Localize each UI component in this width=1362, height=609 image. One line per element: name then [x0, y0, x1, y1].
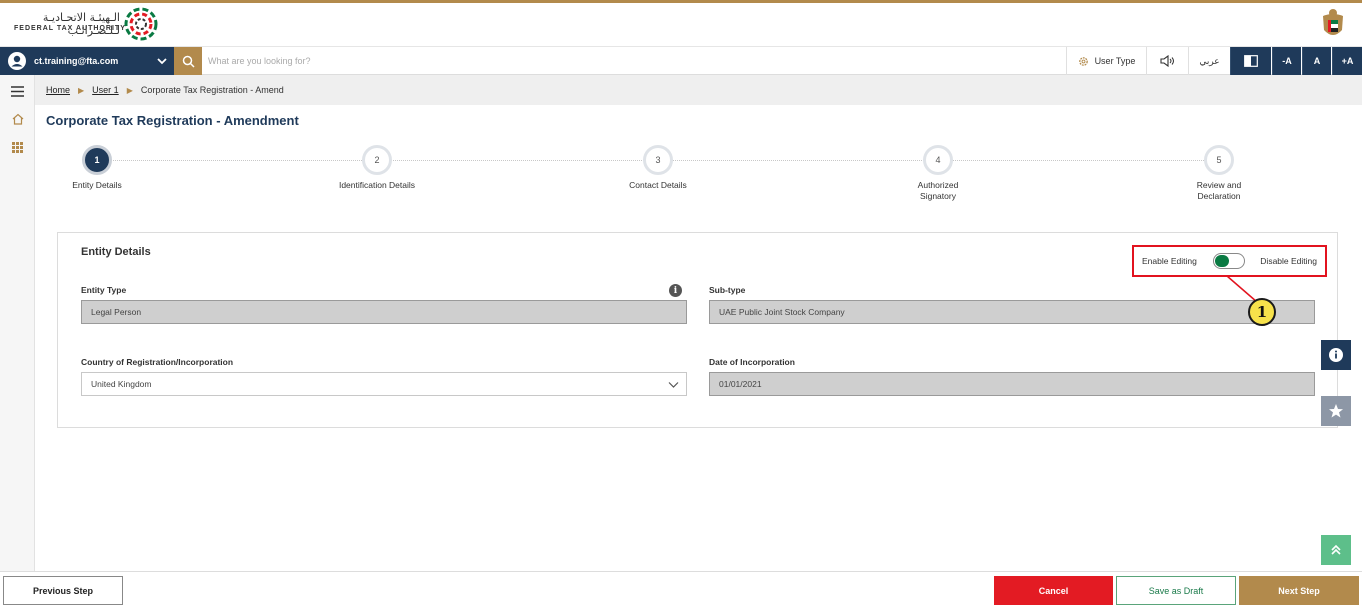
toolbar: ct.training@fta.com User Type عربي -A A: [0, 47, 1362, 75]
next-step-button[interactable]: Next Step: [1239, 576, 1359, 605]
step-number: 2: [362, 145, 392, 175]
breadcrumb-home[interactable]: Home: [46, 85, 70, 95]
progress-stepper: 1 Entity Details 2 Identification Detail…: [35, 145, 1362, 215]
user-avatar-icon: [8, 52, 26, 70]
step-number: 3: [643, 145, 673, 175]
uae-emblem-icon: [1323, 9, 1343, 35]
step-label: Review and Declaration: [1196, 180, 1242, 201]
date-value: 01/01/2021: [719, 379, 762, 389]
logo-arabic-text: الـهيئـة الاتحـاديـة لـلـضـرائـب: [42, 11, 120, 37]
step-authorized-signatory[interactable]: 4 Authorized Signatory: [868, 145, 1008, 202]
user-menu[interactable]: ct.training@fta.com: [0, 47, 174, 75]
entity-type-label: Entity Type: [81, 285, 127, 295]
grid-icon: [12, 141, 23, 153]
breadcrumb-current: Corporate Tax Registration - Amend: [140, 85, 284, 95]
header: الـهيئـة الاتحـاديـة لـلـضـرائـب FEDERAL…: [0, 3, 1362, 47]
breadcrumb-separator-icon: ▶: [126, 85, 133, 95]
card-title: Entity Details: [81, 246, 151, 258]
footer: Previous Step Cancel Save as Draft Next …: [0, 571, 1362, 609]
scroll-top-button[interactable]: [1321, 535, 1351, 565]
user-type-button[interactable]: User Type: [1066, 47, 1146, 75]
disable-editing-label: Disable Editing: [1260, 256, 1317, 266]
info-icon[interactable]: i: [669, 284, 682, 297]
country-value: United Kingdom: [91, 379, 152, 389]
user-email: ct.training@fta.com: [34, 56, 119, 66]
toggle-knob: [1214, 255, 1229, 267]
step-entity-details[interactable]: 1 Entity Details: [27, 145, 167, 191]
step-contact-details[interactable]: 3 Contact Details: [588, 145, 728, 191]
hamburger-icon: [11, 85, 24, 97]
subtype-field: UAE Public Joint Stock Company: [709, 300, 1315, 324]
step-label: Entity Details: [72, 180, 122, 190]
enable-editing-label: Enable Editing: [1142, 256, 1197, 266]
info-button[interactable]: [1321, 340, 1351, 370]
previous-step-button[interactable]: Previous Step: [3, 576, 123, 605]
language-toggle[interactable]: عربي: [1188, 47, 1230, 75]
star-icon: [1329, 404, 1343, 418]
entity-type-field: Legal Person: [81, 300, 687, 324]
speaker-icon: [1159, 55, 1174, 67]
step-number: 5: [1204, 145, 1234, 175]
subtype-value: UAE Public Joint Stock Company: [719, 307, 845, 317]
chevron-down-icon: [157, 58, 167, 65]
search-input[interactable]: [208, 51, 1028, 71]
country-label: Country of Registration/Incorporation: [81, 357, 234, 367]
user-type-label: User Type: [1094, 56, 1136, 66]
step-identification-details[interactable]: 2 Identification Details: [307, 145, 447, 191]
favorite-button[interactable]: [1321, 396, 1351, 426]
contrast-button[interactable]: [1230, 47, 1271, 75]
breadcrumb: Home ▶ User 1 ▶ Corporate Tax Registrati…: [35, 75, 1362, 105]
date-field: 01/01/2021: [709, 372, 1315, 396]
font-decrease-button[interactable]: -A: [1272, 47, 1301, 75]
step-label: Identification Details: [338, 180, 416, 190]
save-draft-button[interactable]: Save as Draft: [1116, 576, 1236, 605]
search-icon: [182, 55, 195, 68]
fta-logo-icon[interactable]: [123, 6, 159, 42]
entity-details-card: Entity Details Enable Editing Disable Ed…: [57, 232, 1338, 428]
contrast-icon: [1244, 55, 1258, 67]
menu-toggle-button[interactable]: [0, 77, 35, 105]
editing-toggle-switch[interactable]: [1212, 253, 1245, 269]
text-to-speech-button[interactable]: [1146, 47, 1188, 75]
info-circle-icon: [1329, 348, 1343, 362]
entity-type-value: Legal Person: [91, 307, 142, 317]
callout-marker: 1: [1248, 298, 1276, 326]
chevron-down-icon: [668, 382, 679, 388]
logo-english-text: FEDERAL TAX AUTHORITY: [14, 25, 126, 32]
double-chevron-up-icon: [1331, 544, 1341, 555]
page-title: Corporate Tax Registration - Amendment: [46, 113, 299, 128]
breadcrumb-user[interactable]: User 1: [92, 85, 119, 95]
step-number: 1: [82, 145, 112, 175]
step-label: Authorized Signatory: [917, 180, 959, 201]
home-icon: [12, 113, 23, 125]
font-increase-button[interactable]: +A: [1332, 47, 1362, 75]
sidebar-item-home[interactable]: [0, 105, 35, 133]
step-label: Contact Details: [629, 180, 687, 190]
step-number: 4: [923, 145, 953, 175]
gear-icon: [1078, 56, 1088, 66]
country-select[interactable]: United Kingdom: [81, 372, 687, 396]
breadcrumb-separator-icon: ▶: [78, 85, 85, 95]
subtype-label: Sub-type: [709, 285, 746, 295]
font-normal-button[interactable]: A: [1302, 47, 1331, 75]
arabic-label: عربي: [1199, 55, 1220, 66]
editing-toggle-group: Enable Editing Disable Editing: [1132, 245, 1327, 277]
search-button[interactable]: [174, 47, 202, 75]
cancel-button[interactable]: Cancel: [994, 576, 1113, 605]
date-label: Date of Incorporation: [709, 357, 795, 367]
step-review-declaration[interactable]: 5 Review and Declaration: [1149, 145, 1289, 202]
